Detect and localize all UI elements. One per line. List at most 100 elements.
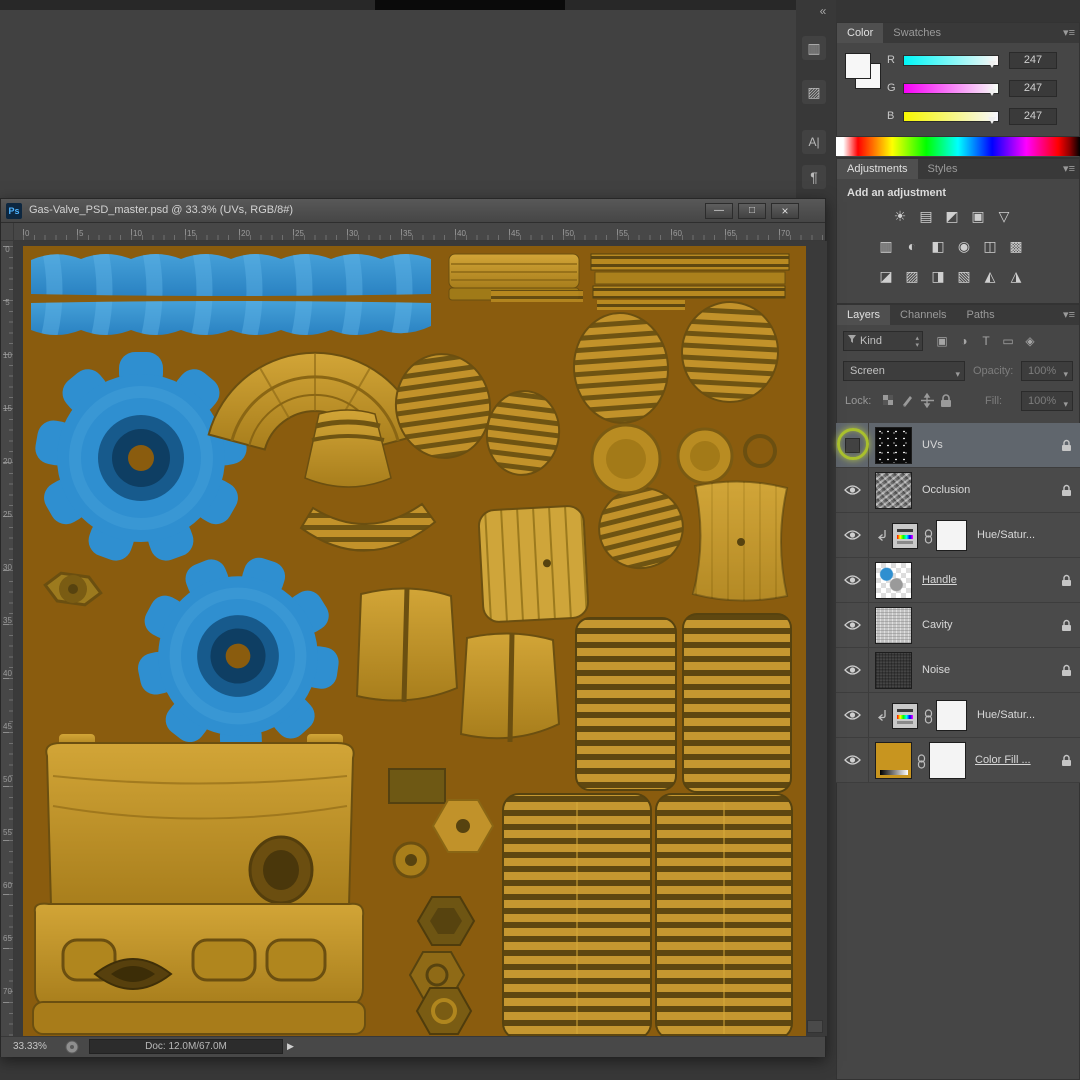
lock-all-icon[interactable] (939, 393, 953, 408)
blue-channel-slider[interactable] (903, 111, 999, 124)
gradient-map-icon[interactable]: ▧ (951, 265, 977, 287)
hue-saturation-icon[interactable]: ▥ (873, 235, 899, 257)
channel-mixer-icon[interactable]: ◫ (977, 235, 1003, 257)
filter-smart-objects-icon[interactable]: ◈ (1019, 331, 1041, 351)
tab-layers[interactable]: Layers (837, 305, 891, 325)
canvas-artwork[interactable] (23, 246, 806, 1036)
panel-menu-icon[interactable]: ▾≡ (1063, 26, 1075, 39)
collapse-panels-button[interactable]: « (812, 4, 834, 20)
layer-row-noise[interactable]: Noise (836, 648, 1080, 693)
color-lookup-icon[interactable]: ▩ (1003, 235, 1029, 257)
zoom-level-field[interactable]: 33.33% (13, 1041, 47, 1052)
filter-type-layers-icon[interactable]: T (975, 331, 997, 351)
layer-name[interactable]: Occlusion (922, 484, 970, 496)
layer-mask-thumbnail[interactable] (936, 700, 967, 731)
layer-row-uvs[interactable]: UVs (836, 423, 1080, 468)
slider-marker[interactable] (988, 117, 996, 124)
layer-row-handle[interactable]: Handle (836, 558, 1080, 603)
selective-color-icon[interactable]: ◭ (977, 265, 1003, 287)
layer-mask-thumbnail[interactable] (936, 520, 967, 551)
visibility-toggle[interactable] (836, 693, 869, 737)
align-panel-icon[interactable]: ▥ (802, 36, 826, 60)
adjustment-layer-thumbnail[interactable] (892, 523, 918, 549)
lock-position-icon[interactable] (920, 392, 935, 409)
slider-marker[interactable] (988, 89, 996, 96)
color-spectrum-ramp[interactable] (836, 136, 1080, 156)
layer-mask-thumbnail[interactable] (929, 742, 966, 779)
tab-color[interactable]: Color (837, 23, 884, 43)
close-button[interactable]: × (771, 203, 799, 219)
layer-name[interactable]: Cavity (922, 619, 953, 631)
paragraph-panel-icon[interactable]: ¶ (802, 165, 826, 189)
photo-filter-icon[interactable]: ◉ (951, 235, 977, 257)
layer-thumbnail[interactable] (875, 427, 912, 464)
layer-row-cavity[interactable]: Cavity (836, 603, 1080, 648)
green-value-box[interactable]: 247 (1009, 80, 1057, 97)
window-titlebar[interactable]: Ps Gas-Valve_PSD_master.psd @ 33.3% (UVs… (1, 199, 825, 223)
layer-name[interactable]: Hue/Satur... (977, 709, 1035, 721)
canvas-viewport[interactable] (14, 241, 827, 1036)
panel-menu-icon[interactable]: ▾≡ (1063, 162, 1075, 175)
layer-thumbnail[interactable] (875, 607, 912, 644)
color-balance-icon[interactable]: ◐ (899, 235, 925, 257)
filter-adjustment-layers-icon[interactable]: ◑ (953, 331, 975, 351)
brightness-contrast-icon[interactable]: ☀ (887, 205, 913, 227)
visibility-toggle[interactable] (836, 468, 869, 512)
kind-filter-dropdown[interactable]: Kind ▴ ▾ (843, 331, 923, 351)
fill-layer-thumbnail[interactable] (875, 742, 912, 779)
layer-name[interactable]: Color Fill ... (975, 754, 1031, 766)
black-white-icon[interactable]: ◧ (925, 235, 951, 257)
tab-channels[interactable]: Channels (890, 305, 956, 325)
color-lut-icon[interactable]: ◮ (1003, 265, 1029, 287)
status-options-arrow[interactable]: ▶ (287, 1041, 294, 1052)
layer-row-occlusion[interactable]: Occlusion (836, 468, 1080, 513)
layer-thumbnail[interactable] (875, 652, 912, 689)
tab-paths[interactable]: Paths (957, 305, 1005, 325)
opacity-value-box[interactable]: 100% ▾ (1021, 361, 1073, 381)
tab-swatches[interactable]: Swatches (883, 23, 951, 43)
layer-name[interactable]: Noise (922, 664, 950, 676)
threshold-icon[interactable]: ◨ (925, 265, 951, 287)
layer-row-color-fill[interactable]: Color Fill ... (836, 738, 1080, 783)
levels-icon[interactable]: ▤ (913, 205, 939, 227)
layer-name[interactable]: UVs (922, 439, 943, 451)
red-value-box[interactable]: 247 (1009, 52, 1057, 69)
tab-styles[interactable]: Styles (918, 159, 968, 179)
filter-pixel-layers-icon[interactable]: ▣ (931, 331, 953, 351)
visibility-toggle[interactable] (836, 603, 869, 647)
red-channel-slider[interactable] (903, 55, 999, 68)
visibility-toggle[interactable] (836, 558, 869, 602)
layer-name[interactable]: Handle (922, 574, 957, 586)
fill-value-box[interactable]: 100% ▾ (1021, 391, 1073, 411)
visibility-toggle[interactable] (836, 513, 869, 557)
layer-thumbnail[interactable] (875, 472, 912, 509)
brush-panel-icon[interactable]: ▨ (802, 80, 826, 104)
slider-marker[interactable] (988, 61, 996, 68)
layer-name[interactable]: Hue/Satur... (977, 529, 1035, 541)
lock-transparency-icon[interactable] (881, 393, 896, 408)
tab-adjustments[interactable]: Adjustments (837, 159, 918, 179)
vertical-ruler: 0 5 10 15 20 25 30 35 40 45 50 55 60 65 70 (1, 241, 14, 1036)
lock-pixels-icon[interactable] (900, 393, 915, 408)
adjustment-layer-thumbnail[interactable] (892, 703, 918, 729)
filter-shape-layers-icon[interactable]: ▭ (997, 331, 1019, 351)
blue-value-box[interactable]: 247 (1009, 108, 1057, 125)
blend-mode-dropdown[interactable]: Screen ▾ (843, 361, 965, 381)
curves-icon[interactable]: ◩ (939, 205, 965, 227)
panel-menu-icon[interactable]: ▾≡ (1063, 308, 1075, 321)
resize-grip[interactable] (807, 1020, 823, 1033)
layer-thumbnail[interactable] (875, 562, 912, 599)
visibility-toggle[interactable] (836, 738, 869, 782)
vibrance-icon[interactable]: ▽ (991, 205, 1017, 227)
visibility-toggle[interactable] (836, 648, 869, 692)
exposure-icon[interactable]: ▣ (965, 205, 991, 227)
invert-icon[interactable]: ◪ (873, 265, 899, 287)
maximize-button[interactable]: □ (738, 203, 766, 219)
layer-row-hue-saturation-2[interactable]: Hue/Satur... (836, 693, 1080, 738)
character-panel-icon[interactable]: A| (802, 130, 826, 154)
posterize-icon[interactable]: ▨ (899, 265, 925, 287)
minimize-button[interactable]: — (705, 203, 733, 219)
clipping-mask-arrow-icon (878, 530, 886, 541)
layer-row-hue-saturation-1[interactable]: Hue/Satur... (836, 513, 1080, 558)
green-channel-slider[interactable] (903, 83, 999, 96)
